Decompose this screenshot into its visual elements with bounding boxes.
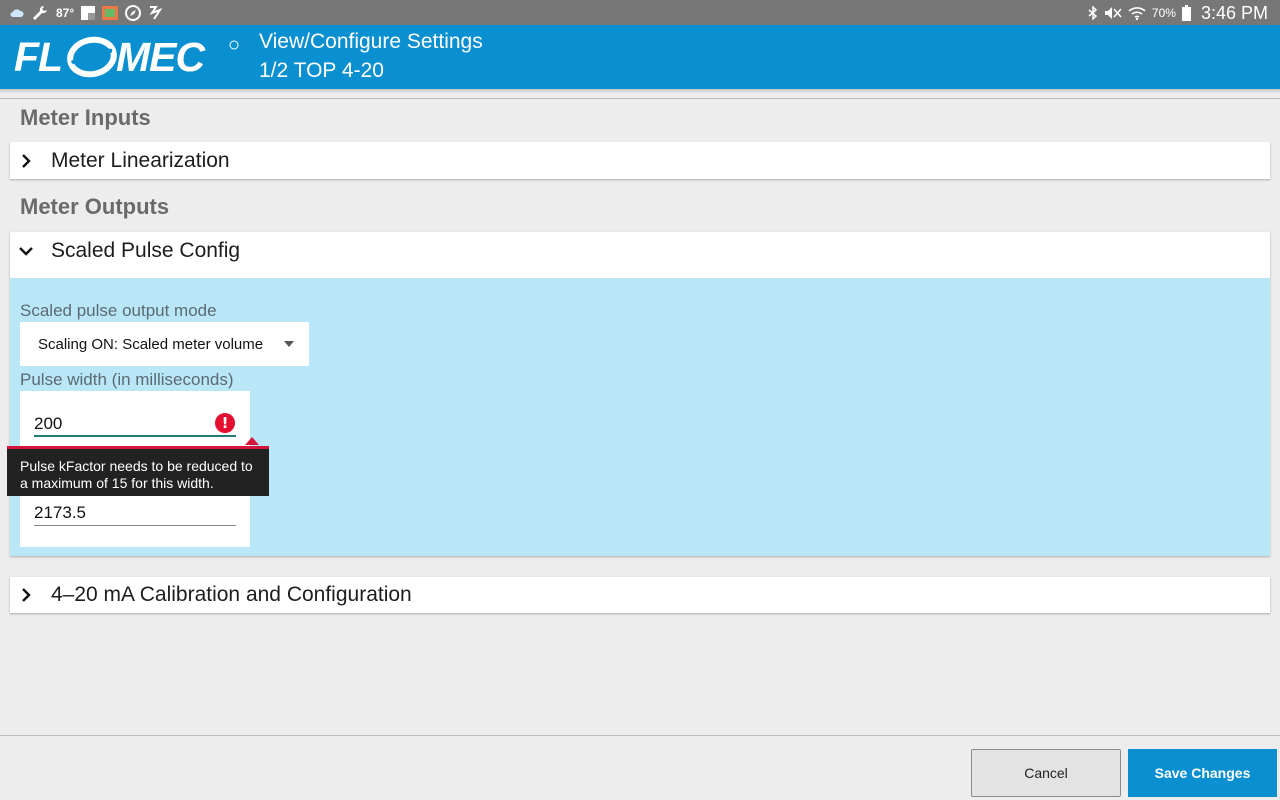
scaled-pulse-config-header[interactable]: Scaled Pulse Config xyxy=(10,232,1270,270)
pulse-mode-dropdown[interactable]: Scaling ON: Scaled meter volume xyxy=(20,322,309,366)
app-header: FL MEC View/Configure Settings 1/2 TOP 4… xyxy=(0,25,1280,89)
page-title: View/Configure Settings xyxy=(259,30,483,53)
mute-icon xyxy=(1104,7,1122,19)
svg-text:FL: FL xyxy=(14,35,62,79)
scaled-pulse-config-body: Scaled pulse output mode Scaling ON: Sca… xyxy=(10,278,1270,556)
meter-linearization-title: Meter Linearization xyxy=(51,149,230,172)
pulse-kfactor-value[interactable]: 2173.5 xyxy=(34,503,86,523)
wifi-icon xyxy=(1128,7,1146,20)
pulse-width-value[interactable]: 200 xyxy=(34,414,62,434)
top-divider xyxy=(0,98,1280,99)
meter-linearization-card[interactable]: Meter Linearization xyxy=(10,142,1270,179)
gallery-icon xyxy=(102,6,119,20)
pulse-width-label: Pulse width (in milliseconds) xyxy=(20,370,234,389)
clock-text: 3:46 PM xyxy=(1200,2,1268,23)
error-icon: ! xyxy=(215,413,235,433)
scaled-pulse-config-title: Scaled Pulse Config xyxy=(51,239,241,262)
temperature-text: 87° xyxy=(56,6,75,20)
bottom-divider xyxy=(0,735,1280,736)
cancel-button[interactable]: Cancel xyxy=(971,749,1121,797)
chevron-down-icon xyxy=(19,247,33,256)
svg-text:MEC: MEC xyxy=(116,35,207,79)
meter-inputs-heading: Meter Inputs xyxy=(20,105,151,130)
bluetooth-icon xyxy=(1088,6,1098,20)
image-icon xyxy=(81,6,96,20)
calibration-title: 4–20 mA Calibration and Configuration xyxy=(51,583,412,606)
calibration-header[interactable]: 4–20 mA Calibration and Configuration xyxy=(10,577,1270,613)
wrench-icon xyxy=(33,6,47,20)
error-tooltip: Pulse kFactor needs to be reduced to a m… xyxy=(7,446,269,496)
cloud-sync-icon xyxy=(10,9,24,17)
save-changes-button[interactable]: Save Changes xyxy=(1128,749,1277,797)
status-bar: 87° 70% 3:46 PM xyxy=(0,0,1280,25)
header-shadow xyxy=(0,89,1280,94)
page-subtitle: 1/2 TOP 4-20 xyxy=(259,59,384,82)
chevron-right-icon xyxy=(22,588,31,602)
battery-percent: 70% xyxy=(1151,6,1176,20)
calibration-card[interactable]: 4–20 mA Calibration and Configuration xyxy=(10,577,1270,613)
download-check-icon xyxy=(149,6,163,20)
chevron-right-icon xyxy=(22,154,31,168)
scaled-pulse-config-card: Scaled Pulse Config Scaled pulse output … xyxy=(10,232,1270,556)
meter-outputs-heading: Meter Outputs xyxy=(20,194,170,219)
pulse-width-underline xyxy=(34,435,236,437)
pulse-kfactor-underline xyxy=(34,525,236,526)
dropdown-arrow-icon xyxy=(284,341,294,347)
flomec-logo: FL MEC xyxy=(14,35,239,79)
pulse-mode-label: Scaled pulse output mode xyxy=(20,301,217,320)
tooltip-arrow xyxy=(245,437,259,445)
compass-icon xyxy=(125,5,142,21)
meter-linearization-header[interactable]: Meter Linearization xyxy=(10,142,1270,180)
pulse-mode-selected: Scaling ON: Scaled meter volume xyxy=(38,335,264,353)
battery-icon xyxy=(1181,5,1191,21)
